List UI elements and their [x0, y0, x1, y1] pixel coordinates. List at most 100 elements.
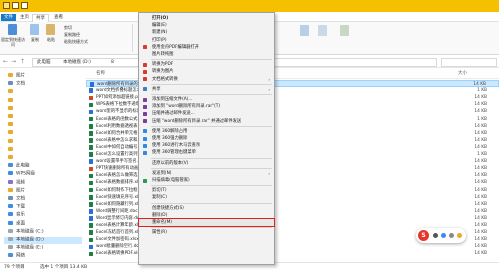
file-type-icon: [89, 116, 93, 122]
nav-item[interactable]: [8, 130, 16, 137]
pin-button[interactable]: 固定到快速访问: [1, 37, 25, 47]
menu-item[interactable]: 转换为PDF: [139, 61, 274, 68]
menu-separator: [151, 157, 272, 159]
nav-item[interactable]: 本地磁盘 (E:): [8, 245, 43, 252]
nav-item[interactable]: [8, 138, 16, 146]
floating-toolbar[interactable]: S: [416, 228, 466, 243]
quick-access-icon[interactable]: [12, 2, 19, 9]
nav-item[interactable]: 音乐: [8, 212, 25, 219]
menu-item[interactable]: 打开(O): [139, 15, 274, 22]
menu-item[interactable]: 共享 ›: [139, 86, 274, 93]
nav-item-label: 音乐: [16, 212, 25, 218]
file-size: 14 KB: [474, 208, 487, 214]
mic-icon[interactable]: [441, 232, 446, 238]
breadcrumb-this-pc[interactable]: 此电脑: [37, 59, 51, 67]
nav-item[interactable]: [8, 122, 16, 129]
menu-item-label: 添加到压缩文件(A)...: [152, 97, 193, 102]
file-type-icon: [89, 194, 93, 200]
nav-item[interactable]: [8, 97, 16, 105]
nav-item[interactable]: 网络: [8, 253, 25, 260]
search-input[interactable]: [441, 57, 497, 67]
file-name: Excel表格转换PDF.xlsx: [96, 251, 143, 257]
menu-item[interactable]: 使用 360管理右键菜单: [139, 149, 274, 156]
menu-item[interactable]: 复制(C): [139, 194, 274, 201]
menu-item[interactable]: 添加到压缩文件(A)...: [139, 96, 274, 103]
breadcrumb-folder[interactable]: 8: [111, 59, 114, 67]
menu-item[interactable]: 压缩并通过邮件发送...: [139, 110, 274, 117]
copy-path-button[interactable]: 复制路径: [64, 32, 94, 37]
menu-item[interactable]: 图片转纯图: [139, 51, 274, 58]
nav-item[interactable]: 图片: [8, 73, 25, 80]
menu-item[interactable]: 转换为图片: [139, 68, 274, 75]
properties-icon[interactable]: [300, 25, 309, 36]
tab-home[interactable]: 主页: [17, 14, 32, 21]
nav-item[interactable]: [8, 114, 16, 121]
menu-item-icon: [143, 136, 147, 141]
menu-item[interactable]: 使用 360进行木马云查杀: [139, 142, 274, 149]
nav-item[interactable]: [8, 89, 16, 96]
nav-item[interactable]: 本地磁盘 (D:): [4, 237, 82, 244]
menu-item[interactable]: 使用金舟PDF编辑器打开: [139, 44, 274, 51]
app-logo-icon[interactable]: S: [418, 230, 429, 241]
navigation-pane: 图片 文档 此电脑 WPS网盘 视频 图片 文档 下载 音乐 桌面 本地磁盘 (C:) 本地磁盘 (D…: [0, 69, 84, 262]
tab-file[interactable]: 文件: [1, 13, 16, 21]
menu-item[interactable]: 文档格式转换 ›: [139, 76, 274, 83]
moon-icon[interactable]: [433, 232, 438, 238]
menu-item[interactable]: 创建快捷方式(S): [139, 205, 274, 212]
file-name: word批量删除空行.docx: [96, 244, 144, 250]
file-type-icon: [89, 159, 93, 165]
nav-item[interactable]: 文档: [8, 81, 25, 88]
nav-item[interactable]: 本地磁盘 (C:): [8, 228, 44, 236]
nav-item[interactable]: 视频: [8, 179, 25, 187]
paste-shortcut-button[interactable]: 粘贴快捷方式: [64, 39, 134, 44]
menu-item[interactable]: 压缩 "word删除所有目录.rar" 并通过邮件发送: [139, 118, 274, 125]
file-size: 14 KB: [474, 144, 487, 150]
nav-item[interactable]: [8, 146, 16, 154]
breadcrumb-drive-d[interactable]: 本地磁盘 (D:): [63, 59, 91, 67]
nav-item[interactable]: 图片: [8, 187, 25, 195]
menu-item[interactable]: 添加到 "word删除所有目录.rar"(T): [139, 103, 274, 110]
open-icon[interactable]: [318, 25, 327, 36]
select-all-icon[interactable]: [340, 25, 349, 36]
menu-item-label: 使用金舟PDF编辑器打开: [152, 44, 200, 50]
menu-item[interactable]: 新建(N): [139, 29, 274, 36]
menu-item[interactable]: 发送到(N) ›: [139, 170, 274, 177]
nav-item[interactable]: 下载: [8, 204, 25, 211]
cut-button[interactable]: 剪切: [64, 25, 94, 30]
menu-item-label: 删除(D): [152, 212, 168, 218]
nav-item-label: 本地磁盘 (C:): [16, 229, 44, 235]
tab-view[interactable]: 查看: [51, 14, 66, 21]
nav-item[interactable]: [8, 105, 16, 113]
file-type-icon: [89, 209, 93, 214]
menu-item[interactable]: 还原以前的版本(V): [139, 160, 274, 167]
menu-item-rename[interactable]: 重命名(M): [138, 218, 275, 227]
nav-item[interactable]: 此电脑: [8, 163, 30, 170]
file-type-icon: [89, 102, 93, 108]
menu-item[interactable]: 剪切(T): [139, 187, 274, 194]
forward-icon[interactable]: →: [11, 58, 16, 66]
column-header-name[interactable]: 名称: [96, 71, 105, 77]
nav-item[interactable]: [8, 155, 16, 162]
menu-item[interactable]: 打印(P): [139, 37, 274, 44]
menu-item[interactable]: 属性(R): [139, 229, 274, 236]
menu-item[interactable]: 使用 360解除占用: [139, 128, 274, 135]
paste-button[interactable]: 粘贴: [42, 37, 60, 42]
nav-item[interactable]: WPS网盘: [8, 171, 35, 178]
menu-item[interactable]: 编辑(E): [139, 22, 274, 29]
up-icon[interactable]: ↑: [20, 58, 25, 66]
back-icon[interactable]: ←: [3, 58, 8, 66]
file-type-icon: [89, 95, 93, 101]
nav-item[interactable]: 桌面: [8, 220, 25, 228]
tab-share[interactable]: 共享: [32, 13, 49, 22]
menu-item[interactable]: 扫描病毒(电脑管家): [139, 177, 274, 184]
file-name: Excel如何隐藏行列.xlsx: [96, 201, 144, 207]
folder-icon: [8, 204, 13, 209]
menu-item[interactable]: 删除(D): [139, 212, 274, 219]
menu-item[interactable]: 使用 360强力删除: [139, 135, 274, 142]
quick-access-icon[interactable]: [21, 2, 28, 9]
title-bar[interactable]: [0, 0, 499, 12]
nav-item[interactable]: 文档: [8, 196, 25, 203]
keyboard-icon[interactable]: [449, 232, 454, 238]
column-header-size[interactable]: 大小: [458, 71, 467, 77]
skin-icon[interactable]: [457, 232, 462, 238]
